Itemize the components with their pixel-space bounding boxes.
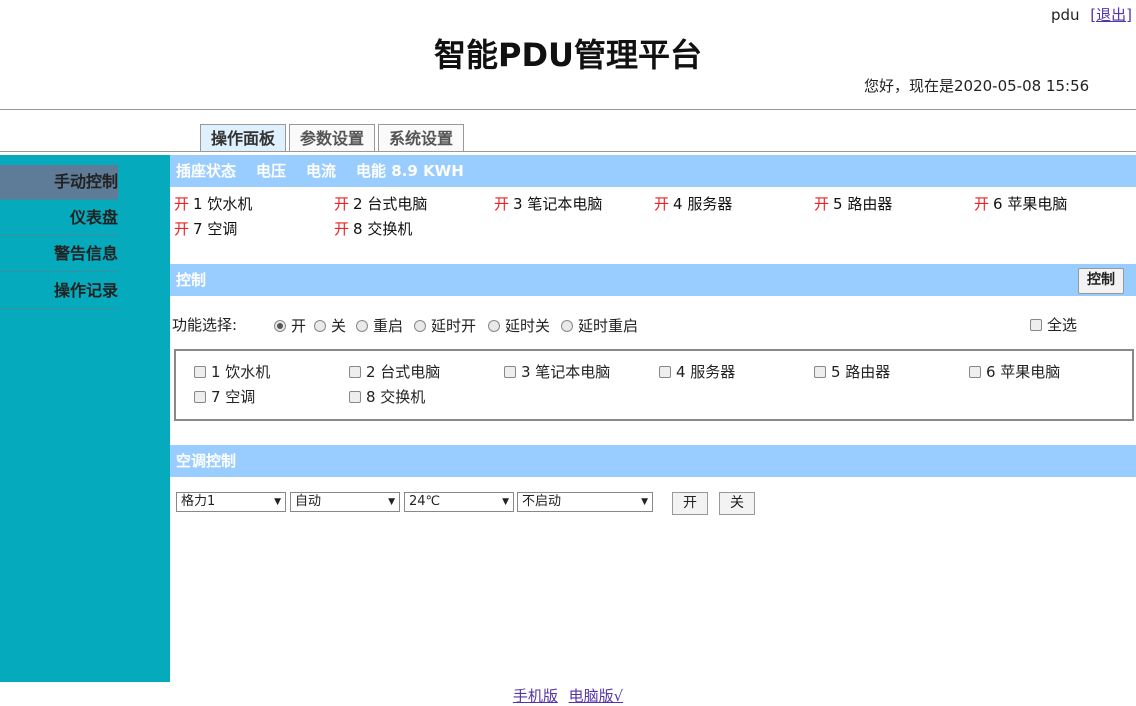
checkbox-icon bbox=[194, 391, 206, 403]
socket-status-title: 插座状态 bbox=[176, 162, 237, 180]
sidebar-item-manual-control[interactable]: 手动控制 bbox=[0, 165, 118, 200]
radio-restart[interactable]: 重启 bbox=[356, 315, 403, 336]
outlet-checkbox[interactable]: 6 苹果电脑 bbox=[969, 361, 1060, 382]
radio-delay-restart[interactable]: 延时重启 bbox=[561, 315, 638, 336]
checkbox-icon bbox=[504, 366, 516, 378]
logout-link[interactable]: [退出] bbox=[1090, 6, 1132, 24]
current-label[interactable]: 电流 bbox=[306, 162, 336, 180]
outlet-checkbox-group: 1 饮水机 2 台式电脑 3 笔记本电脑 4 服务器 5 路由器 6 苹果电脑 … bbox=[174, 349, 1134, 421]
tab-parameter-settings[interactable]: 参数设置 bbox=[289, 124, 376, 151]
ac-control-title: 空调控制 bbox=[176, 452, 237, 470]
socket-status-bar: 插座状态 电压 电流 电能 8.9 KWH bbox=[170, 155, 1136, 187]
sidebar-item-operation-log[interactable]: 操作记录 bbox=[0, 274, 118, 309]
outlet-status: 开4 服务器 bbox=[654, 195, 733, 213]
energy-label: 电能 8.9 KWH bbox=[356, 162, 464, 180]
greeting-text: 您好，现在是2020-05-08 15:56 bbox=[864, 77, 1090, 95]
username: pdu bbox=[1050, 6, 1080, 24]
outlet-checkbox[interactable]: 1 饮水机 bbox=[194, 361, 270, 382]
ac-on-button[interactable]: 开 bbox=[672, 492, 708, 515]
ac-control-bar: 空调控制 bbox=[170, 445, 1136, 477]
checkbox-icon bbox=[349, 391, 361, 403]
tab-system-settings[interactable]: 系统设置 bbox=[378, 124, 465, 151]
checkbox-icon bbox=[1030, 319, 1042, 331]
ac-brand-select[interactable]: 格力1 bbox=[176, 492, 286, 512]
checkbox-icon bbox=[194, 366, 206, 378]
select-all-checkbox[interactable]: 全选 bbox=[1030, 314, 1077, 335]
radio-on[interactable]: 开 bbox=[274, 315, 306, 336]
ac-timer-select[interactable]: 不启动 bbox=[517, 492, 653, 512]
voltage-label[interactable]: 电压 bbox=[256, 162, 286, 180]
outlet-status: 开7 空调 bbox=[174, 220, 238, 238]
footer: 手机版 电脑版√ bbox=[0, 685, 1136, 706]
radio-icon bbox=[414, 320, 426, 332]
control-title: 控制 bbox=[176, 271, 207, 289]
checkbox-icon bbox=[349, 366, 361, 378]
outlet-status: 开1 饮水机 bbox=[174, 195, 253, 213]
radio-icon bbox=[561, 320, 573, 332]
header-divider bbox=[0, 109, 1136, 110]
radio-delay-off[interactable]: 延时关 bbox=[488, 315, 550, 336]
tab-operation-panel[interactable]: 操作面板 bbox=[200, 124, 287, 151]
sidebar: 手动控制 仪表盘 警告信息 操作记录 bbox=[0, 155, 170, 682]
checkbox-icon bbox=[969, 366, 981, 378]
outlet-status: 开8 交换机 bbox=[334, 220, 413, 238]
radio-off[interactable]: 关 bbox=[314, 315, 346, 336]
outlet-status: 开5 路由器 bbox=[814, 195, 893, 213]
checkbox-icon bbox=[659, 366, 671, 378]
radio-icon bbox=[488, 320, 500, 332]
outlet-status: 开6 苹果电脑 bbox=[974, 195, 1068, 213]
sidebar-item-warnings[interactable]: 警告信息 bbox=[0, 237, 118, 272]
outlet-checkbox[interactable]: 4 服务器 bbox=[659, 361, 735, 382]
radio-icon bbox=[356, 320, 368, 332]
control-bar: 控制 控制 bbox=[170, 264, 1136, 296]
outlet-checkbox[interactable]: 8 交换机 bbox=[349, 386, 425, 407]
ac-temperature-select[interactable]: 24℃ bbox=[404, 492, 514, 512]
mobile-version-link[interactable]: 手机版 bbox=[513, 687, 558, 705]
outlet-checkbox[interactable]: 7 空调 bbox=[194, 386, 255, 407]
tab-divider bbox=[0, 151, 1136, 152]
checkbox-icon bbox=[814, 366, 826, 378]
outlet-checkbox[interactable]: 3 笔记本电脑 bbox=[504, 361, 610, 382]
radio-delay-on[interactable]: 延时开 bbox=[414, 315, 476, 336]
tab-bar: 操作面板 参数设置 系统设置 bbox=[200, 124, 467, 151]
sidebar-item-dashboard[interactable]: 仪表盘 bbox=[0, 201, 118, 236]
control-button[interactable]: 控制 bbox=[1078, 268, 1124, 294]
desktop-version-link[interactable]: 电脑版√ bbox=[569, 687, 624, 705]
ac-mode-select[interactable]: 自动 bbox=[290, 492, 400, 512]
radio-checked-icon bbox=[274, 320, 286, 332]
function-select-label: 功能选择: bbox=[172, 316, 238, 334]
outlet-checkbox[interactable]: 5 路由器 bbox=[814, 361, 890, 382]
ac-off-button[interactable]: 关 bbox=[719, 492, 755, 515]
outlet-status: 开2 台式电脑 bbox=[334, 195, 428, 213]
outlet-checkbox[interactable]: 2 台式电脑 bbox=[349, 361, 440, 382]
user-area: pdu [退出] bbox=[1051, 4, 1132, 25]
page-title: 智能PDU管理平台 bbox=[433, 36, 702, 74]
outlet-status: 开3 笔记本电脑 bbox=[494, 195, 603, 213]
radio-icon bbox=[314, 320, 326, 332]
